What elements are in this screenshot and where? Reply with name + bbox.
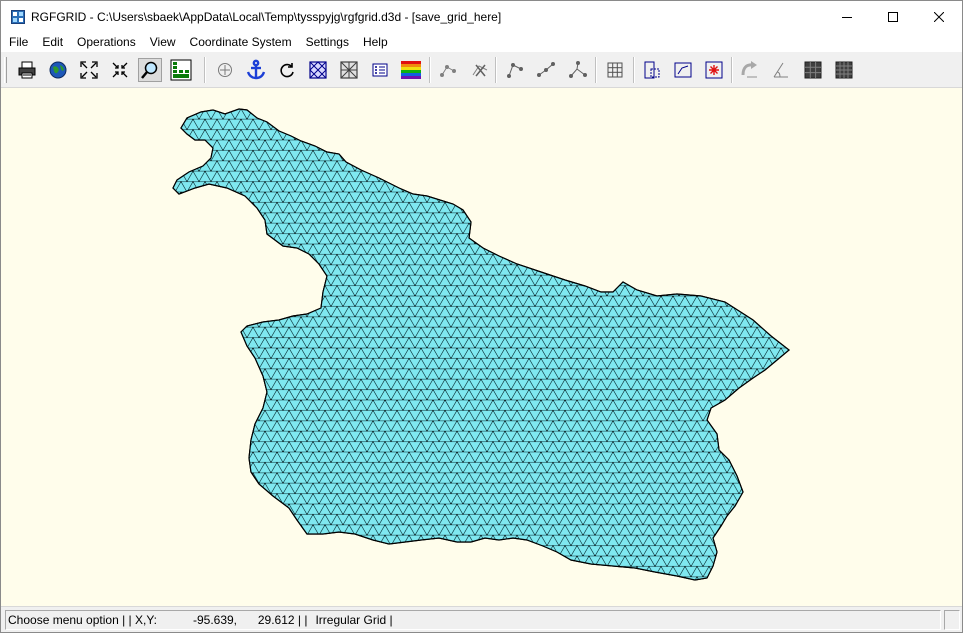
spline-insert-button[interactable] bbox=[503, 58, 527, 82]
zoom-extents-button[interactable] bbox=[77, 58, 101, 82]
grid-frame-button[interactable] bbox=[671, 58, 695, 82]
print-icon bbox=[18, 61, 36, 79]
minimize-icon bbox=[842, 16, 852, 18]
status-bar: Choose menu option | | X,Y: -95.639, 29.… bbox=[1, 606, 962, 632]
grid-pattern-2-icon bbox=[340, 61, 358, 79]
grid-star-button[interactable] bbox=[702, 58, 726, 82]
grid-select-button[interactable] bbox=[640, 58, 664, 82]
zoom-shrink-icon bbox=[112, 62, 128, 78]
toolbar-separator bbox=[204, 57, 206, 83]
zoom-shrink-button[interactable] bbox=[108, 58, 132, 82]
toolbar-separator bbox=[429, 57, 431, 83]
spline-insert-icon bbox=[507, 63, 523, 78]
maximize-button[interactable] bbox=[870, 1, 916, 32]
colorscale-button[interactable] bbox=[169, 58, 193, 82]
list-icon bbox=[372, 63, 388, 77]
menu-file[interactable]: File bbox=[2, 32, 35, 52]
spline-point-icon bbox=[440, 65, 456, 77]
spline-delete-point-icon bbox=[569, 61, 587, 78]
mesh-view[interactable] bbox=[1, 88, 962, 606]
anchor-button[interactable] bbox=[244, 58, 268, 82]
window-controls bbox=[824, 1, 962, 32]
grid-dark-icon bbox=[804, 61, 822, 79]
status-panel-right bbox=[944, 610, 960, 630]
grid-pattern-button[interactable] bbox=[306, 58, 330, 82]
anchor-icon bbox=[246, 59, 266, 80]
orthogonalize-button[interactable] bbox=[738, 58, 762, 82]
grid-frame-icon bbox=[674, 62, 692, 78]
status-message: Choose menu option | bbox=[8, 613, 126, 627]
delete-spline-icon bbox=[472, 64, 488, 77]
status-x-value: -95.639, bbox=[192, 613, 238, 627]
menu-coordinate-system[interactable]: Coordinate System bbox=[183, 32, 299, 52]
status-panel: Choose menu option | | X,Y: -95.639, 29.… bbox=[5, 610, 941, 630]
menu-help[interactable]: Help bbox=[356, 32, 395, 52]
grid-refine-icon bbox=[607, 62, 623, 78]
angle-icon bbox=[773, 62, 788, 78]
menu-edit[interactable]: Edit bbox=[35, 32, 70, 52]
grid-canvas[interactable] bbox=[1, 88, 962, 606]
menu-view[interactable]: View bbox=[143, 32, 183, 52]
zoom-box-icon bbox=[141, 61, 158, 79]
zoom-box-button[interactable] bbox=[138, 58, 162, 82]
grid-pattern-2-button[interactable] bbox=[337, 58, 361, 82]
minimize-button[interactable] bbox=[824, 1, 870, 32]
orthogonalize-icon bbox=[741, 61, 757, 78]
snap-circle-icon bbox=[218, 63, 232, 77]
toolbar-separator bbox=[495, 57, 497, 83]
menu-bar: File Edit Operations View Coordinate Sys… bbox=[1, 32, 962, 52]
refresh-button[interactable] bbox=[275, 58, 299, 82]
app-window: RGFGRID - C:\Users\sbaek\AppData\Local\T… bbox=[0, 0, 963, 633]
spline-move-icon bbox=[537, 62, 555, 77]
rainbow-icon bbox=[401, 61, 421, 79]
close-button[interactable] bbox=[916, 1, 962, 32]
grid-star-icon bbox=[705, 61, 723, 79]
status-xy-label: | X,Y: bbox=[125, 613, 158, 627]
grid-refine-button[interactable] bbox=[603, 58, 627, 82]
status-grid-type: Irregular Grid | bbox=[315, 613, 393, 627]
toolbar-separator bbox=[595, 57, 597, 83]
snap-circle-button[interactable] bbox=[213, 58, 237, 82]
grid-pattern-icon bbox=[309, 61, 327, 79]
toolbar-separator bbox=[633, 57, 635, 83]
angle-button[interactable] bbox=[769, 58, 793, 82]
menu-settings[interactable]: Settings bbox=[299, 32, 356, 52]
grid-dark-button[interactable] bbox=[801, 58, 825, 82]
title-bar[interactable]: RGFGRID - C:\Users\sbaek\AppData\Local\T… bbox=[1, 1, 962, 32]
close-icon bbox=[934, 11, 944, 22]
print-button[interactable] bbox=[15, 58, 39, 82]
spline-move-button[interactable] bbox=[534, 58, 558, 82]
colorscale-icon bbox=[170, 59, 192, 81]
grid-mesh-overlay bbox=[172, 108, 790, 581]
globe-icon bbox=[49, 61, 67, 79]
toolbar-separator bbox=[731, 57, 733, 83]
refresh-icon bbox=[280, 63, 294, 78]
list-button[interactable] bbox=[368, 58, 392, 82]
delete-spline-button[interactable] bbox=[468, 58, 492, 82]
window-title: RGFGRID - C:\Users\sbaek\AppData\Local\T… bbox=[31, 9, 502, 24]
status-y-value: 29.612 | bbox=[257, 613, 302, 627]
grid-select-icon bbox=[644, 61, 660, 79]
spline-delete-point-button[interactable] bbox=[566, 58, 590, 82]
zoom-extents-icon bbox=[80, 61, 98, 79]
globe-button[interactable] bbox=[46, 58, 70, 82]
rainbow-button[interactable] bbox=[399, 58, 423, 82]
grid-dark-2-icon bbox=[835, 61, 853, 79]
rgfgrid-app-icon[interactable] bbox=[11, 9, 25, 24]
toolbar-grip[interactable] bbox=[4, 57, 7, 83]
menu-operations[interactable]: Operations bbox=[70, 32, 143, 52]
spline-point-button[interactable] bbox=[436, 58, 460, 82]
maximize-icon bbox=[888, 11, 898, 22]
grid-dark-2-button[interactable] bbox=[832, 58, 856, 82]
toolbar bbox=[1, 52, 962, 88]
